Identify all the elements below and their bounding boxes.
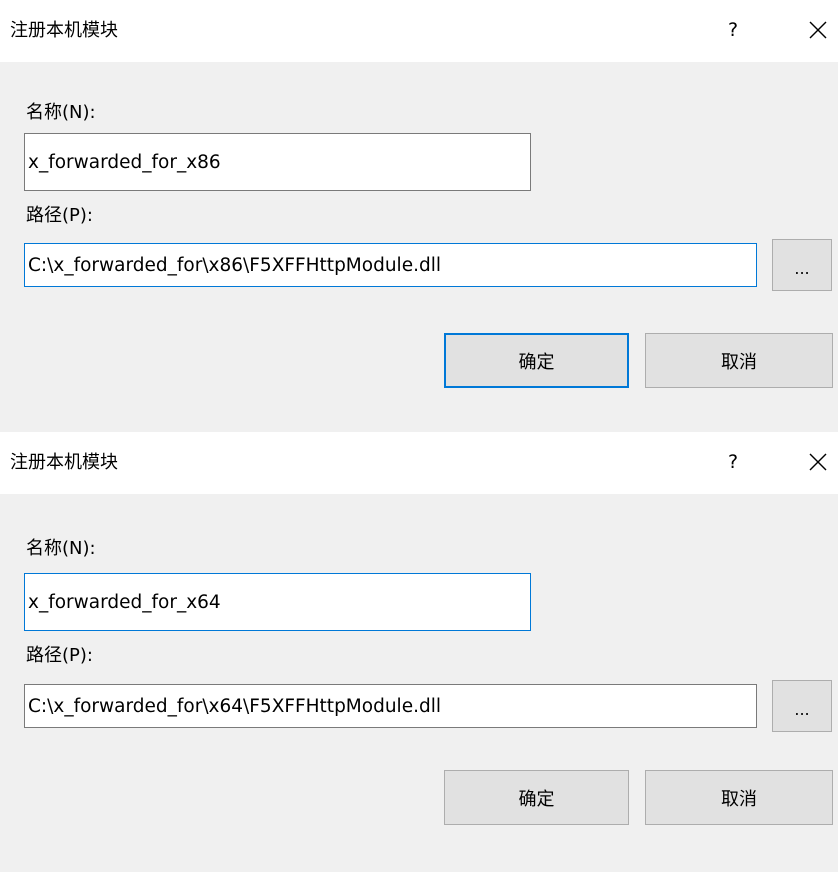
- browse-button[interactable]: ...: [772, 239, 832, 291]
- cancel-button[interactable]: 取消: [645, 770, 833, 825]
- help-button[interactable]: ?: [720, 448, 746, 476]
- ok-button[interactable]: 确定: [444, 333, 629, 388]
- ok-button[interactable]: 确定: [444, 770, 629, 825]
- title-bar: 注册本机模块 ?: [0, 432, 838, 494]
- cancel-button[interactable]: 取消: [645, 333, 833, 388]
- help-button[interactable]: ?: [720, 16, 746, 44]
- dialog-title: 注册本机模块: [10, 20, 118, 41]
- close-button[interactable]: [800, 14, 836, 46]
- name-label: 名称(N):: [26, 102, 96, 123]
- path-label: 路径(P):: [26, 205, 93, 226]
- close-button[interactable]: [800, 446, 836, 478]
- path-input[interactable]: C:\x_forwarded_for\x64\F5XFFHttpModule.d…: [24, 684, 757, 728]
- name-label: 名称(N):: [26, 538, 96, 559]
- title-bar: 注册本机模块 ?: [0, 0, 838, 62]
- close-icon: [809, 21, 827, 39]
- register-native-module-dialog-x86: 注册本机模块 ? 名称(N): x_forwarded_for_x86 路径(P…: [0, 0, 838, 432]
- path-label: 路径(P):: [26, 645, 93, 666]
- register-native-module-dialog-x64: 注册本机模块 ? 名称(N): x_forwarded_for_x64 路径(P…: [0, 432, 838, 872]
- name-input[interactable]: x_forwarded_for_x64: [24, 573, 531, 631]
- browse-button[interactable]: ...: [772, 680, 832, 732]
- dialog-body: 名称(N): x_forwarded_for_x86 路径(P): C:\x_f…: [0, 62, 838, 432]
- path-input[interactable]: C:\x_forwarded_for\x86\F5XFFHttpModule.d…: [24, 243, 757, 287]
- dialog-title: 注册本机模块: [10, 452, 118, 473]
- dialog-body: 名称(N): x_forwarded_for_x64 路径(P): C:\x_f…: [0, 494, 838, 872]
- close-icon: [809, 453, 827, 471]
- name-input[interactable]: x_forwarded_for_x86: [24, 133, 531, 191]
